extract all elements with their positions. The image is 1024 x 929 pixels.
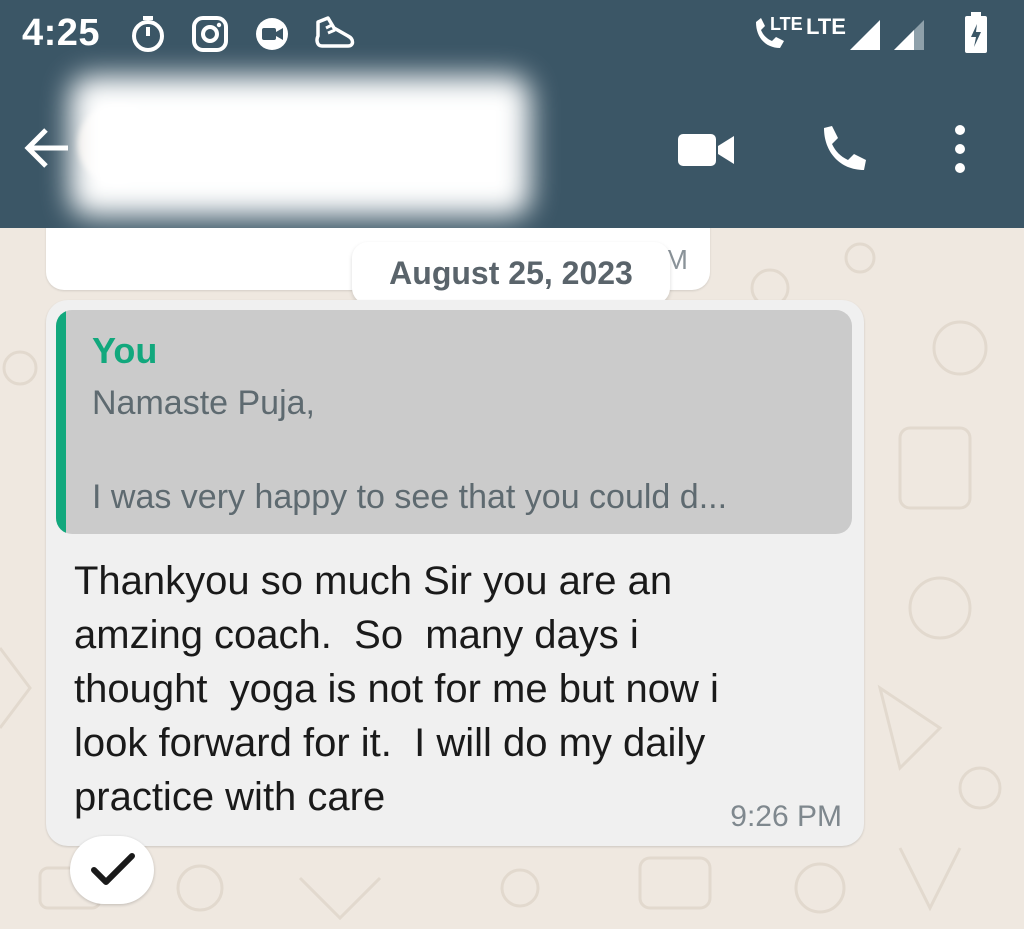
more-icon[interactable] — [950, 124, 970, 174]
quoted-message[interactable]: You Namaste Puja, I was very happy to se… — [56, 310, 852, 534]
date-separator: August 25, 2023 — [352, 242, 670, 304]
message-time: 9:26 PM — [730, 800, 842, 833]
video-call-icon[interactable] — [676, 130, 736, 170]
meet-icon — [256, 18, 288, 50]
signal-icon — [850, 20, 880, 50]
contact-name[interactable]: t — [110, 114, 490, 169]
phone-icon[interactable] — [816, 122, 870, 176]
back-arrow-icon[interactable] — [22, 126, 72, 170]
network-label: LTE — [770, 14, 803, 34]
instagram-icon — [192, 16, 228, 52]
quote-author: You — [92, 330, 158, 371]
checkmark-icon — [91, 853, 135, 885]
signal-icon-2 — [894, 20, 924, 50]
shoe-icon — [315, 16, 355, 48]
network-label-2: LTE — [806, 14, 846, 39]
timer-icon — [132, 16, 164, 52]
status-bar: 4:25 LTE LTE — [0, 0, 1024, 70]
quote-line-1: Namaste Puja, — [92, 384, 315, 422]
read-receipt-button[interactable] — [70, 836, 154, 904]
message-text: Thankyou so much Sir you are an amzing c… — [74, 559, 719, 819]
chat-area[interactable]: M August 25, 2023 You Namaste Puja, I wa… — [0, 228, 1024, 929]
chat-header: t — [0, 70, 1024, 228]
quote-line-2: I was very happy to see that you could d… — [92, 478, 728, 516]
quote-accent-bar — [56, 310, 66, 534]
message-bubble[interactable]: You Namaste Puja, I was very happy to se… — [46, 300, 864, 846]
status-time: 4:25 — [22, 12, 101, 54]
battery-icon — [965, 12, 987, 53]
